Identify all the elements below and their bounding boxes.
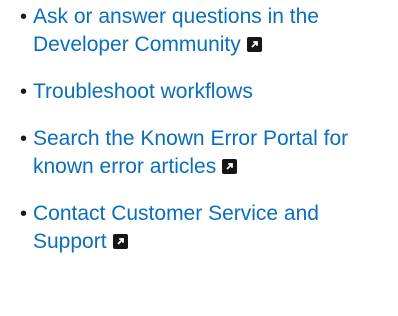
- help-links-list: • Ask or answer questions in the Develop…: [0, 0, 390, 256]
- list-item: • Contact Customer Service and Support: [20, 200, 390, 256]
- list-item: • Troubleshoot workflows: [20, 78, 390, 106]
- bullet: •: [20, 203, 28, 225]
- bullet: •: [20, 81, 28, 103]
- link-text: Search the Known Error Portal for known …: [33, 127, 349, 178]
- list-item: • Search the Known Error Portal for know…: [20, 125, 390, 181]
- link-text: Ask or answer questions in the Developer…: [33, 5, 319, 56]
- link-text: Contact Customer Service and Support: [33, 202, 319, 253]
- customer-service-link[interactable]: Contact Customer Service and Support: [33, 202, 319, 253]
- bullet: •: [20, 6, 28, 28]
- known-error-portal-link[interactable]: Search the Known Error Portal for known …: [33, 127, 348, 178]
- external-link-icon: [222, 159, 238, 174]
- developer-community-link[interactable]: Ask or answer questions in the Developer…: [33, 5, 319, 56]
- bullet: •: [20, 128, 28, 150]
- troubleshoot-workflows-link[interactable]: Troubleshoot workflows: [33, 80, 253, 103]
- list-item: • Ask or answer questions in the Develop…: [20, 3, 390, 59]
- external-link-icon: [112, 234, 128, 249]
- external-link-icon: [246, 37, 262, 52]
- link-text: Troubleshoot workflows: [33, 80, 253, 103]
